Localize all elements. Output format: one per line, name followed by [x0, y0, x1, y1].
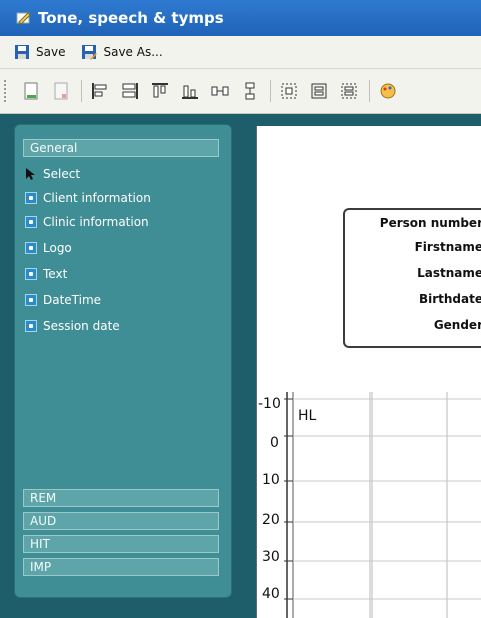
- floppy-disk-icon: [15, 45, 29, 59]
- tool-label: Logo: [43, 241, 72, 255]
- app-window: Tone, speech & tymps Save Save As... Gen…: [0, 0, 481, 618]
- y-tick-label: -10: [258, 396, 281, 412]
- y-tick-label: 30: [262, 549, 280, 565]
- person-number-label: Person number: [379, 216, 481, 230]
- element-icon: [25, 320, 37, 332]
- audiogram-chart[interactable]: HL -10 0 10 20 30 40: [258, 392, 481, 618]
- tool-label: Text: [43, 267, 68, 281]
- firstname-label: Firstname: [414, 240, 481, 254]
- tool-panel: General Select Client information Clinic…: [14, 124, 232, 598]
- toolbar-separator: [81, 80, 82, 102]
- center-icon[interactable]: [277, 79, 301, 103]
- palette-icon[interactable]: [376, 79, 400, 103]
- gender-label: Gender: [433, 318, 481, 332]
- floppy-disk-pencil-icon: [82, 45, 98, 60]
- save-as-label: Save As...: [103, 45, 163, 59]
- element-icon: [25, 268, 37, 280]
- tool-label: Client information: [43, 191, 151, 205]
- element-icon: [25, 192, 37, 204]
- menu-bar: Save Save As...: [0, 36, 481, 69]
- save-label: Save: [36, 45, 66, 59]
- element-icon: [25, 242, 37, 254]
- title-bar: Tone, speech & tymps: [0, 0, 481, 36]
- y-tick-label: 20: [262, 512, 280, 528]
- rem-group-header[interactable]: REM: [23, 489, 219, 507]
- tool-label: Session date: [43, 319, 120, 333]
- aud-group-header[interactable]: AUD: [23, 512, 219, 530]
- element-icon: [25, 216, 37, 228]
- app-icon: [16, 12, 31, 25]
- tool-session-date[interactable]: Session date: [25, 317, 120, 335]
- tool-logo[interactable]: Logo: [25, 239, 72, 257]
- lastname-label: Lastname: [417, 266, 481, 280]
- toolbar-separator: [369, 80, 370, 102]
- tool-client-information[interactable]: Client information: [25, 189, 151, 207]
- group-icon[interactable]: [307, 79, 331, 103]
- tool-label: Select: [43, 167, 81, 181]
- y-tick-label: 40: [262, 586, 280, 602]
- imp-group-header[interactable]: IMP: [23, 558, 219, 576]
- arrow-pointer-icon: [26, 168, 35, 180]
- align-left-icon[interactable]: [88, 79, 112, 103]
- y-tick-label: 0: [270, 435, 279, 451]
- hl-unit-label: HL: [298, 408, 317, 424]
- tool-text[interactable]: Text: [25, 265, 67, 283]
- toolbar-separator: [270, 80, 271, 102]
- toolbar: [0, 69, 481, 114]
- y-tick-label: 10: [262, 472, 280, 488]
- new-page-icon[interactable]: [19, 79, 43, 103]
- align-top-icon[interactable]: [148, 79, 172, 103]
- tool-datetime[interactable]: DateTime: [25, 291, 101, 309]
- save-button[interactable]: Save: [14, 44, 65, 60]
- tool-clinic-information[interactable]: Clinic information: [25, 213, 149, 231]
- align-bottom-icon[interactable]: [178, 79, 202, 103]
- client-info-box[interactable]: Person number Firstname Lastname Birthda…: [343, 208, 481, 348]
- save-as-button[interactable]: Save As...: [81, 44, 163, 60]
- tool-label: DateTime: [43, 293, 102, 307]
- tool-select[interactable]: Select: [25, 165, 80, 183]
- blank-page-icon[interactable]: [49, 79, 73, 103]
- general-group-header[interactable]: General: [23, 139, 219, 157]
- window-title: Tone, speech & tymps: [38, 9, 224, 27]
- birthdate-label: Birthdate: [418, 292, 481, 306]
- tool-label: Clinic information: [43, 215, 149, 229]
- align-center-icon[interactable]: [118, 79, 142, 103]
- element-icon: [25, 294, 37, 306]
- hit-group-header[interactable]: HIT: [23, 535, 219, 553]
- space-horizontal-icon[interactable]: [208, 79, 232, 103]
- ungroup-icon[interactable]: [337, 79, 361, 103]
- toolbar-grip[interactable]: [4, 80, 9, 102]
- audiogram-grid: [284, 392, 481, 618]
- space-vertical-icon[interactable]: [238, 79, 262, 103]
